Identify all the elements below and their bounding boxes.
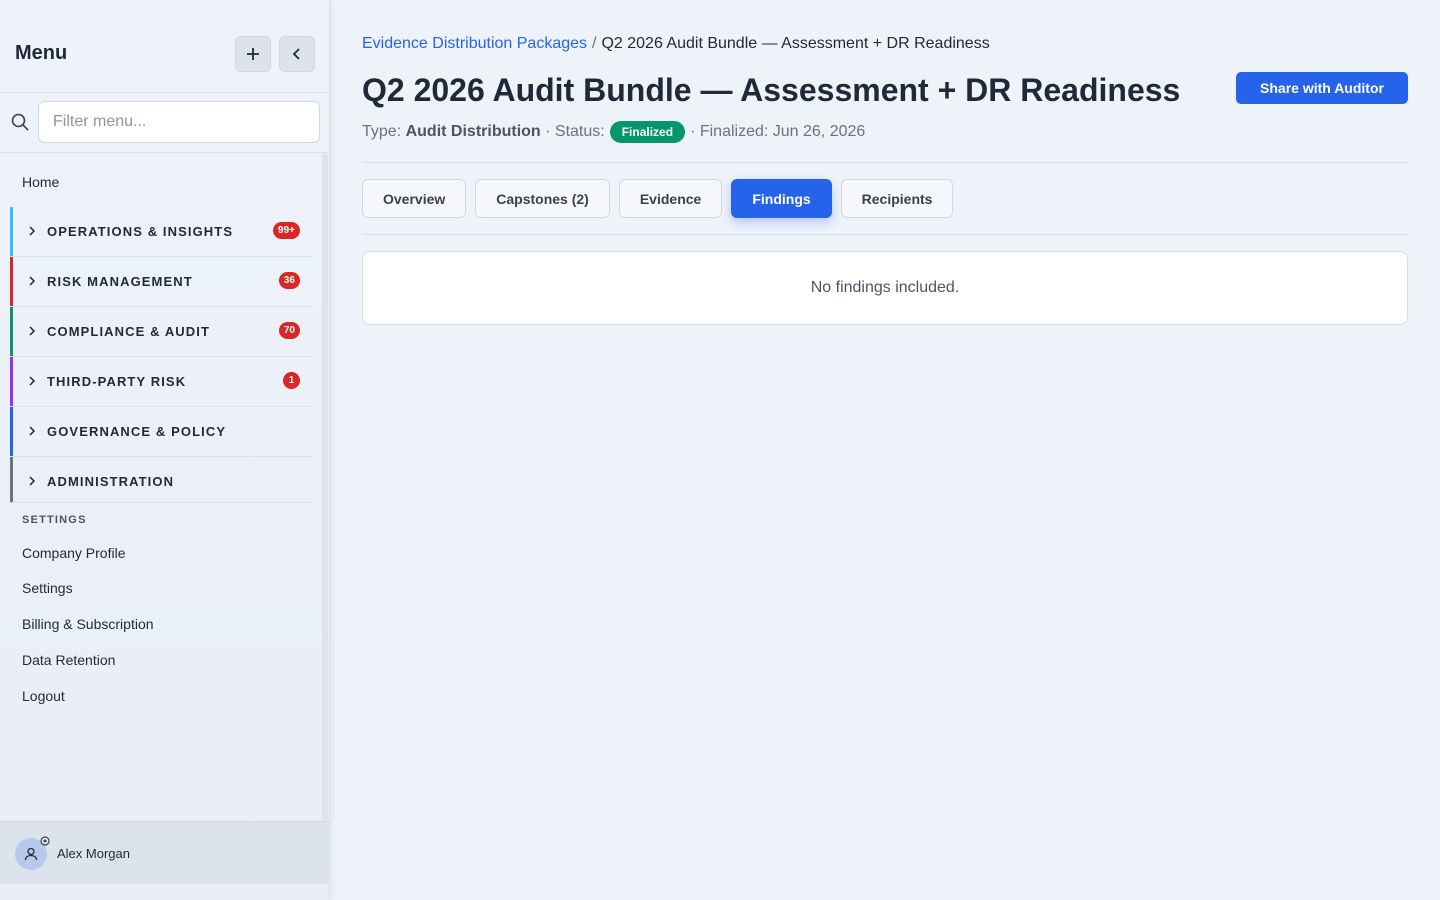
breadcrumb-current: Q2 2026 Audit Bundle — Assessment + DR R… [601, 35, 990, 52]
sidebar: Menu Home OPERATIONS & INSIGHTS 99+ RISK… [0, 0, 330, 900]
nav-group-label: ADMINISTRATION [47, 474, 175, 489]
share-with-auditor-button[interactable]: Share with Auditor [1236, 72, 1408, 104]
tab-bar: Overview Capstones (2) Evidence Findings… [362, 179, 954, 218]
sidebar-scrollbar[interactable] [322, 153, 328, 821]
status-badge: Finalized [609, 121, 686, 143]
chevron-right-icon [29, 426, 36, 436]
page-title: Q2 2026 Audit Bundle — Assessment + DR R… [362, 72, 1181, 108]
nav-group-third-party-risk[interactable]: THIRD-PARTY RISK 1 [10, 357, 312, 407]
search-icon [11, 113, 29, 131]
gear-icon [40, 836, 50, 846]
group-color-bar [10, 207, 13, 256]
sidebar-item-settings[interactable]: Settings [22, 580, 73, 596]
breadcrumb-separator: / [592, 35, 597, 52]
count-badge: 70 [278, 322, 300, 339]
nav-group-compliance-audit[interactable]: COMPLIANCE & AUDIT 70 [10, 307, 312, 357]
chevron-right-icon [29, 476, 36, 486]
sidebar-item-data-retention[interactable]: Data Retention [22, 652, 115, 668]
nav-group-operations-insights[interactable]: OPERATIONS & INSIGHTS 99+ [10, 207, 312, 257]
nav-group-label: RISK MANAGEMENT [47, 274, 193, 289]
breadcrumb-parent-link[interactable]: Evidence Distribution Packages [362, 35, 587, 52]
findings-panel: No findings included. [362, 251, 1408, 325]
user-footer[interactable]: Alex Morgan [0, 821, 330, 884]
status-label: · Status: [545, 123, 605, 140]
sidebar-title: Menu [15, 42, 68, 64]
tab-capstones[interactable]: Capstones (2) [475, 179, 610, 218]
empty-state-text: No findings included. [810, 279, 960, 296]
header-divider [362, 162, 1408, 163]
chevron-right-icon [29, 376, 36, 386]
group-color-bar [10, 407, 13, 456]
tab-overview[interactable]: Overview [362, 179, 467, 218]
add-button[interactable] [235, 36, 271, 72]
plus-icon [247, 48, 259, 60]
collapse-sidebar-button[interactable] [279, 36, 315, 72]
sidebar-nav: Home OPERATIONS & INSIGHTS 99+ RISK MANA… [0, 153, 330, 821]
nav-group-administration[interactable]: ADMINISTRATION [10, 457, 312, 503]
type-value: Audit Distribution [405, 123, 541, 140]
sidebar-item-billing[interactable]: Billing & Subscription [22, 616, 154, 632]
chevron-right-icon [29, 226, 36, 236]
chevron-left-icon [292, 48, 300, 60]
tabs-divider [362, 234, 1408, 235]
group-color-bar [10, 307, 13, 356]
nav-group-label: OPERATIONS & INSIGHTS [47, 224, 234, 239]
user-icon [24, 847, 38, 861]
sidebar-item-logout[interactable]: Logout [22, 688, 65, 704]
filter-menu-input[interactable] [38, 101, 320, 143]
sidebar-item-home[interactable]: Home [22, 174, 59, 190]
count-badge: 99+ [273, 222, 300, 239]
finalized-date: · Finalized: Jun 26, 2026 [690, 123, 866, 140]
nav-group-risk-management[interactable]: RISK MANAGEMENT 36 [10, 257, 312, 307]
tab-recipients[interactable]: Recipients [840, 179, 954, 218]
group-color-bar [10, 357, 13, 406]
tab-findings[interactable]: Findings [731, 179, 832, 218]
group-color-bar [10, 257, 13, 306]
chevron-right-icon [29, 276, 36, 286]
count-badge: 36 [278, 272, 300, 289]
breadcrumb: Evidence Distribution Packages / Q2 2026 A… [362, 35, 990, 53]
nav-group-label: GOVERNANCE & POLICY [47, 424, 227, 439]
chevron-right-icon [29, 326, 36, 336]
tab-evidence[interactable]: Evidence [618, 179, 723, 218]
user-name: Alex Morgan [57, 846, 130, 861]
count-badge: 1 [283, 372, 300, 389]
sidebar-item-company-profile[interactable]: Company Profile [22, 545, 126, 561]
package-meta: Type: Audit Distribution · Status: Final… [362, 121, 865, 143]
sidebar-header: Menu [0, 0, 330, 93]
avatar[interactable] [15, 836, 50, 870]
settings-heading: SETTINGS [22, 514, 87, 526]
sidebar-search [0, 93, 330, 153]
group-color-bar [10, 457, 13, 502]
nav-group-governance-policy[interactable]: GOVERNANCE & POLICY [10, 407, 312, 457]
nav-group-label: THIRD-PARTY RISK [47, 374, 187, 389]
nav-group-label: COMPLIANCE & AUDIT [47, 324, 211, 339]
type-label: Type: [362, 123, 402, 140]
